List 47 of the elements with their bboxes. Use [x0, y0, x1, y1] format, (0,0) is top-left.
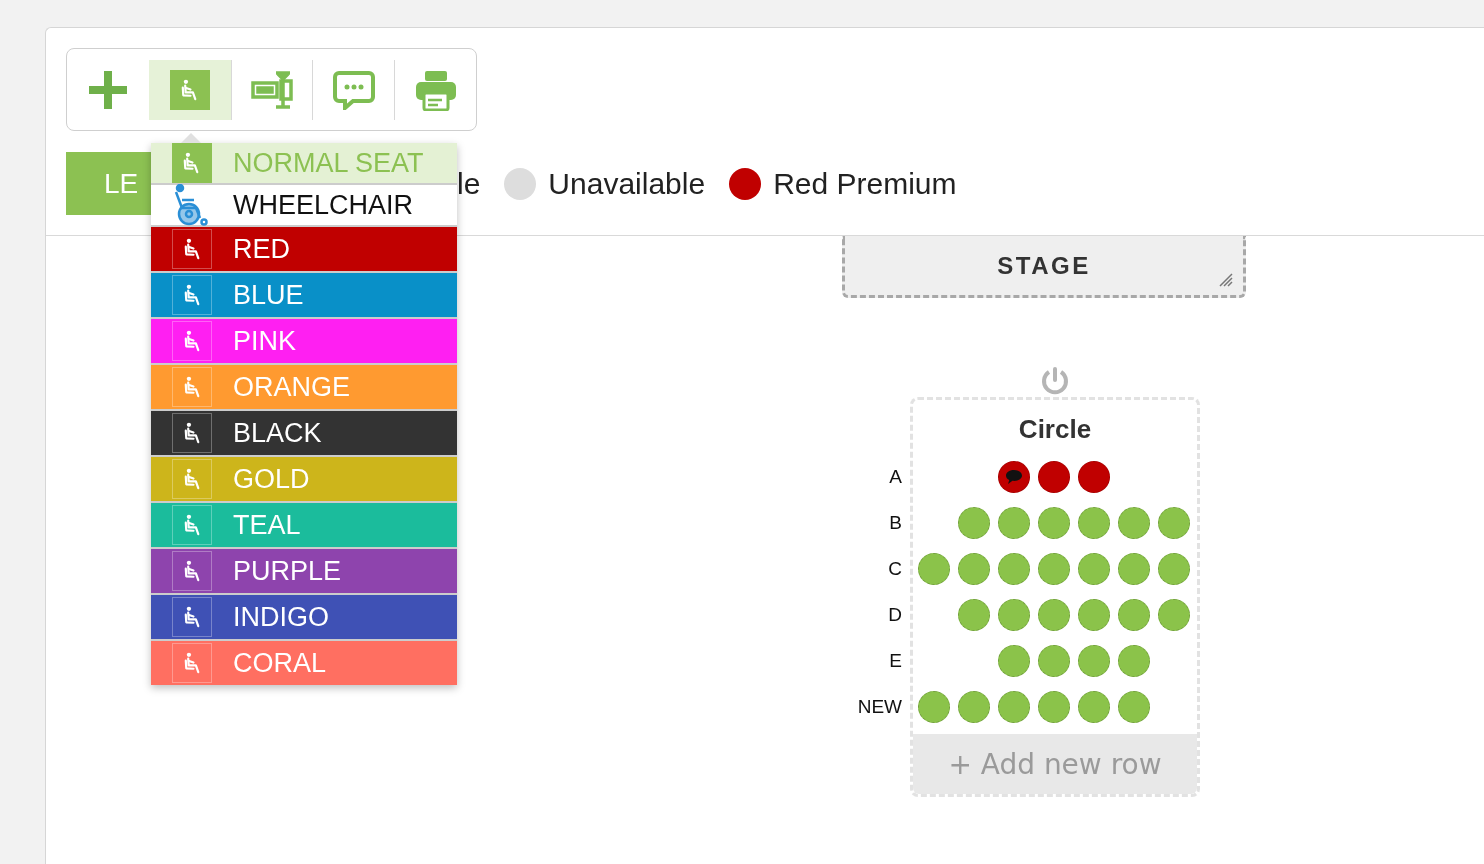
legend-label: le — [457, 166, 481, 201]
menu-item[interactable]: INDIGO — [151, 595, 457, 639]
legend-label: Red Premium — [773, 166, 957, 201]
row-label: NEW — [856, 696, 902, 718]
menu-item[interactable]: ORANGE — [151, 365, 457, 409]
seat-icon — [172, 505, 212, 545]
menu-item[interactable]: NORMAL SEAT — [151, 143, 457, 183]
seat-icon — [172, 597, 212, 637]
menu-item[interactable]: PURPLE — [151, 549, 457, 593]
row-label: C — [887, 558, 902, 580]
menu-item[interactable]: RED — [151, 227, 457, 271]
seat-icon — [172, 275, 212, 315]
row-label: A — [888, 466, 902, 488]
menu-item[interactable]: GOLD — [151, 457, 457, 501]
seat-icon — [172, 551, 212, 591]
plus-icon — [86, 68, 129, 111]
menu-item[interactable]: PINK — [151, 319, 457, 363]
menu-item[interactable]: TEAL — [151, 503, 457, 547]
menu-item[interactable]: CORAL — [151, 641, 457, 685]
row-label: D — [887, 604, 902, 626]
seat[interactable] — [1038, 461, 1070, 493]
seat-icon — [169, 69, 210, 110]
seat-icon — [172, 413, 212, 453]
print-icon — [414, 68, 457, 111]
seat-icon — [172, 229, 212, 269]
stage-label: STAGE — [997, 251, 1091, 280]
resize-handle-icon[interactable] — [1219, 273, 1233, 287]
menu-item[interactable]: BLACK — [151, 411, 457, 455]
seat-icon — [172, 143, 212, 183]
seat[interactable] — [1078, 461, 1110, 493]
toolbar-button[interactable] — [148, 59, 231, 120]
seat[interactable] — [998, 461, 1030, 493]
section-title: Circle — [1017, 413, 1093, 446]
add-row-button[interactable]: + Add new row — [913, 734, 1197, 794]
row-label: B — [888, 512, 902, 534]
legend-label: Unavailable — [548, 166, 706, 201]
seat-icon — [172, 367, 212, 407]
table-icon — [251, 68, 293, 111]
comment-icon — [1005, 469, 1023, 485]
seat-icon — [172, 321, 212, 361]
seat-icon — [172, 643, 212, 683]
menu-item[interactable]: BLUE — [151, 273, 457, 317]
row-label: E — [888, 650, 902, 672]
menu-item[interactable]: WHEELCHAIR — [151, 185, 457, 225]
stage-area[interactable]: STAGE — [842, 236, 1246, 298]
seat-icon — [172, 459, 212, 499]
comment-icon — [332, 69, 375, 110]
